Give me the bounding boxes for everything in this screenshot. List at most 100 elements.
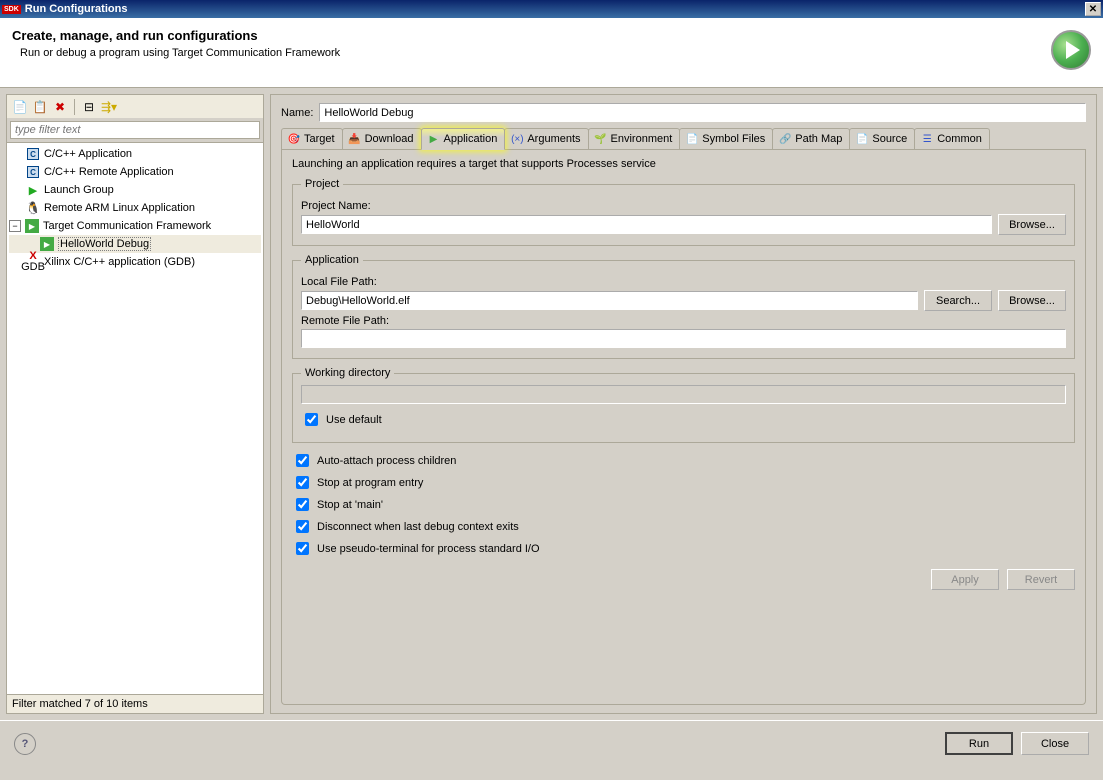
option-checkbox-2[interactable] — [296, 498, 309, 511]
search-button[interactable]: Search... — [924, 290, 992, 311]
filter-icon[interactable]: ⇶▾ — [100, 98, 118, 116]
option-checkbox-0[interactable] — [296, 454, 309, 467]
left-panel: 📄 📋 ✖ ⊟ ⇶▾ CC/C++ ApplicationCC/C++ Remo… — [6, 94, 264, 714]
tree-item-label: Remote ARM Linux Application — [44, 202, 195, 214]
remote-path-input[interactable] — [301, 329, 1066, 348]
project-name-label: Project Name: — [301, 200, 1066, 212]
option-label: Stop at program entry — [317, 477, 423, 489]
help-icon[interactable]: ? — [14, 733, 36, 755]
tab-label: Application — [444, 133, 498, 145]
local-path-label: Local File Path: — [301, 276, 1066, 288]
tab-icon: 🎯 — [287, 132, 301, 146]
tree-item[interactable]: ▶Launch Group — [9, 181, 261, 199]
apply-button[interactable]: Apply — [931, 569, 999, 590]
tab-label: Path Map — [795, 133, 842, 145]
green-icon: ▶ — [24, 218, 40, 234]
option-checkbox-1[interactable] — [296, 476, 309, 489]
local-path-input[interactable] — [301, 291, 918, 310]
tab-icon: (×) — [510, 132, 524, 146]
tab-common[interactable]: ☰Common — [914, 128, 990, 149]
tree-item[interactable]: ▶HelloWorld Debug — [9, 235, 261, 253]
tab-icon: 📄 — [685, 132, 699, 146]
option-checkbox-3[interactable] — [296, 520, 309, 533]
tab-target[interactable]: 🎯Target — [281, 128, 343, 149]
project-group: Project Project Name: Browse... — [292, 178, 1075, 246]
tree-item-label: Target Communication Framework — [43, 220, 211, 232]
c-icon: C — [25, 164, 41, 180]
option-check-row: Disconnect when last debug context exits — [292, 517, 1075, 536]
app-browse-button[interactable]: Browse... — [998, 290, 1066, 311]
header-subtitle: Run or debug a program using Target Comm… — [20, 47, 1051, 59]
tree-item[interactable]: XGDBXilinx C/C++ application (GDB) — [9, 253, 261, 271]
project-legend: Project — [301, 178, 343, 190]
collapse-icon[interactable]: ⊟ — [80, 98, 98, 116]
option-label: Stop at 'main' — [317, 499, 383, 511]
tab-source[interactable]: 📄Source — [849, 128, 915, 149]
xilinx-icon: XGDB — [25, 254, 41, 270]
tree-item[interactable]: CC/C++ Remote Application — [9, 163, 261, 181]
tab-icon: ☰ — [920, 132, 934, 146]
name-label: Name: — [281, 107, 313, 119]
tab-arguments[interactable]: (×)Arguments — [504, 128, 588, 149]
tab-label: Download — [365, 133, 414, 145]
left-toolbar: 📄 📋 ✖ ⊟ ⇶▾ — [6, 94, 264, 118]
option-check-row: Use pseudo-terminal for process standard… — [292, 539, 1075, 558]
tab-label: Source — [872, 133, 907, 145]
duplicate-icon[interactable]: 📋 — [31, 98, 49, 116]
info-text: Launching an application requires a targ… — [292, 158, 1075, 170]
expand-icon[interactable]: − — [9, 220, 21, 232]
option-check-row: Stop at program entry — [292, 473, 1075, 492]
tab-path-map[interactable]: 🔗Path Map — [772, 128, 850, 149]
tab-download[interactable]: 📥Download — [342, 128, 422, 149]
workdir-input — [301, 385, 1066, 404]
tree-item-label: C/C++ Remote Application — [44, 166, 174, 178]
tab-icon: 🔗 — [778, 132, 792, 146]
tree-item[interactable]: −▶Target Communication Framework — [9, 217, 261, 235]
sdk-badge-icon: SDK — [2, 5, 21, 14]
workdir-group: Working directory Use default — [292, 367, 1075, 443]
tab-label: Common — [937, 133, 982, 145]
new-config-icon[interactable]: 📄 — [11, 98, 29, 116]
tab-icon: 📥 — [348, 132, 362, 146]
tab-label: Arguments — [527, 133, 580, 145]
tab-application-content: Launching an application requires a targ… — [281, 150, 1086, 705]
use-default-label: Use default — [326, 414, 382, 426]
tree-item-label: Xilinx C/C++ application (GDB) — [44, 256, 195, 268]
tab-icon: 📄 — [855, 132, 869, 146]
config-tree[interactable]: CC/C++ ApplicationCC/C++ Remote Applicat… — [6, 143, 264, 695]
tab-symbol-files[interactable]: 📄Symbol Files — [679, 128, 773, 149]
tree-item-label: C/C++ Application — [44, 148, 132, 160]
tree-item[interactable]: CC/C++ Application — [9, 145, 261, 163]
tree-item[interactable]: 🐧Remote ARM Linux Application — [9, 199, 261, 217]
filter-status: Filter matched 7 of 10 items — [6, 695, 264, 714]
tab-environment[interactable]: 🌱Environment — [588, 128, 681, 149]
header: Create, manage, and run configurations R… — [0, 18, 1103, 88]
tab-label: Target — [304, 133, 335, 145]
close-icon[interactable]: ✕ — [1085, 2, 1101, 16]
option-check-row: Stop at 'main' — [292, 495, 1075, 514]
run-icon — [1051, 30, 1091, 70]
close-button[interactable]: Close — [1021, 732, 1089, 755]
revert-button[interactable]: Revert — [1007, 569, 1075, 590]
tree-item-label: HelloWorld Debug — [58, 237, 151, 251]
filter-input[interactable] — [10, 121, 260, 139]
project-browse-button[interactable]: Browse... — [998, 214, 1066, 235]
application-group: Application Local File Path: Search... B… — [292, 254, 1075, 359]
tab-label: Environment — [611, 133, 673, 145]
option-checkbox-4[interactable] — [296, 542, 309, 555]
tab-icon: ▶ — [427, 132, 441, 146]
option-label: Auto-attach process children — [317, 455, 456, 467]
application-legend: Application — [301, 254, 363, 266]
name-input[interactable] — [319, 103, 1086, 122]
tab-application[interactable]: ▶Application — [421, 128, 506, 150]
penguin-icon: 🐧 — [25, 200, 41, 216]
option-label: Use pseudo-terminal for process standard… — [317, 543, 540, 555]
use-default-checkbox[interactable] — [305, 413, 318, 426]
right-panel: Name: 🎯Target📥Download▶Application(×)Arg… — [270, 94, 1097, 714]
project-name-input[interactable] — [301, 215, 992, 234]
option-check-row: Auto-attach process children — [292, 451, 1075, 470]
run-button[interactable]: Run — [945, 732, 1013, 755]
delete-icon[interactable]: ✖ — [51, 98, 69, 116]
window-title: Run Configurations — [25, 3, 1085, 15]
remote-path-label: Remote File Path: — [301, 315, 1066, 327]
